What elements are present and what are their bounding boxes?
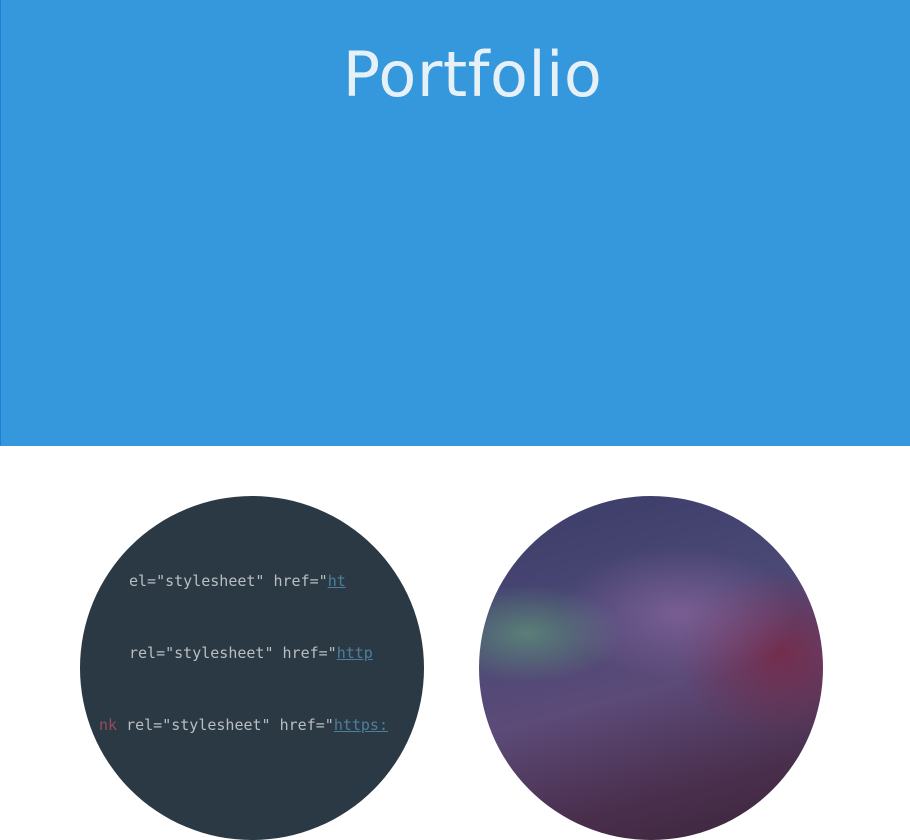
page-title: Portfolio	[342, 38, 603, 111]
portfolio-item-aurora[interactable]	[479, 496, 823, 840]
portfolio-grid: el="stylesheet" href="ht rel="stylesheet…	[0, 446, 910, 840]
code-tag: nk	[99, 716, 127, 734]
code-line: el="stylesheet" href="ht	[129, 569, 424, 593]
code-attribute: el="stylesheet" href="	[129, 572, 328, 590]
code-snippet: el="stylesheet" href="ht rel="stylesheet…	[80, 521, 424, 785]
code-line: nk rel="stylesheet" href="https:	[99, 713, 424, 737]
code-line: rel="stylesheet" href="http	[129, 641, 424, 665]
code-url: http	[336, 644, 373, 662]
portfolio-item-code[interactable]: el="stylesheet" href="ht rel="stylesheet…	[80, 496, 424, 840]
code-url: ht	[327, 572, 346, 590]
code-attribute: rel="stylesheet" href="	[126, 716, 334, 734]
code-url: https:	[333, 716, 388, 734]
code-attribute: rel="stylesheet" href="	[129, 644, 337, 662]
hero-header: Portfolio	[1, 0, 910, 446]
